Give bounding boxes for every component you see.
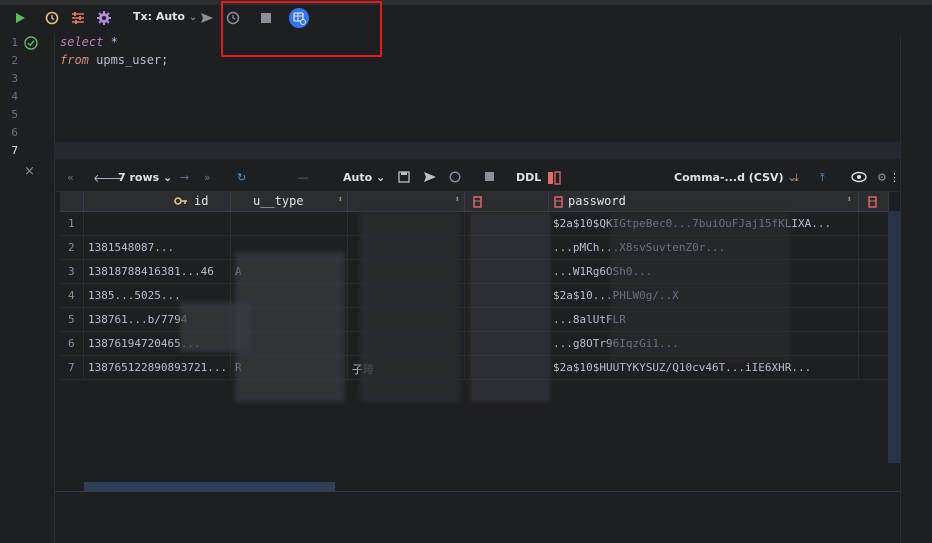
line-number: 6	[11, 126, 18, 139]
row-number[interactable]: 2	[60, 236, 84, 260]
redaction-block	[360, 212, 460, 402]
redaction-block	[470, 212, 550, 402]
revert-results-icon[interactable]	[449, 171, 461, 186]
horizontal-scrollbar[interactable]	[84, 482, 335, 491]
tx-mode-dropdown[interactable]: Tx: Auto ⌄	[133, 10, 197, 23]
column-header-nick[interactable]: ⬍	[348, 192, 465, 212]
right-margin-line	[900, 34, 901, 543]
download-icon[interactable]: ⤓	[794, 171, 799, 185]
ddl-button[interactable]: DDL	[516, 171, 541, 184]
results-tx-label: Auto	[343, 171, 373, 184]
tx-mode-label: Tx: Auto	[133, 10, 185, 23]
sort-icon: ⬍	[454, 195, 460, 205]
rows-count-label: 7 rows	[118, 171, 160, 184]
more-options-icon[interactable]: ⋮	[889, 171, 900, 184]
column-header-unnamed[interactable]	[465, 192, 549, 212]
export-format-label: Comma-...d (CSV)	[674, 171, 784, 184]
sql-text: upms_user;	[88, 53, 169, 67]
column-title: password	[568, 194, 626, 208]
compare-icon[interactable]	[547, 171, 561, 188]
redaction-block	[610, 212, 790, 362]
line-number-gutter: 1 2 3 4 5 6 7	[0, 34, 54, 543]
row-number[interactable]: 5	[60, 308, 84, 332]
results-tx-dropdown[interactable]: Auto ⌄	[343, 171, 385, 184]
next-page-icon[interactable]: →	[180, 171, 189, 184]
gear-icon[interactable]	[94, 8, 114, 28]
cell-more[interactable]	[859, 308, 889, 332]
line-number: 5	[11, 108, 18, 121]
check-circle-icon	[24, 35, 38, 54]
cell-more[interactable]	[859, 212, 889, 236]
redaction-block	[235, 252, 345, 402]
column-header-more[interactable]	[859, 192, 889, 212]
history-icon[interactable]	[42, 8, 62, 28]
sql-text: *	[103, 35, 118, 49]
eye-icon[interactable]	[851, 171, 867, 186]
line-number: 2	[11, 54, 18, 67]
redaction-block	[180, 302, 250, 352]
results-panel: « 🡐 7 rows ⌄ → » ↻ — Auto ⌄ DDL Comma-..…	[55, 164, 900, 543]
submit-icon[interactable]	[423, 171, 437, 186]
run-icon[interactable]	[10, 8, 30, 28]
code-line: from upms_user;	[60, 53, 168, 67]
sql-keyword: from	[60, 53, 89, 67]
row-number[interactable]: 1	[60, 212, 84, 236]
remove-row-icon[interactable]: —	[298, 171, 309, 184]
cell-more[interactable]	[859, 284, 889, 308]
close-results-icon[interactable]: ×	[24, 164, 35, 179]
last-page-icon[interactable]: »	[204, 171, 211, 184]
line-number: 7	[11, 144, 18, 157]
cell-more[interactable]	[859, 260, 889, 284]
column-title: u__type	[253, 194, 304, 208]
cell-user-type[interactable]	[231, 212, 348, 236]
column-icon	[473, 196, 482, 211]
column-icon	[554, 196, 563, 211]
toolbar-top-border	[0, 0, 932, 5]
sliders-icon[interactable]	[68, 8, 88, 28]
row-number[interactable]: 3	[60, 260, 84, 284]
column-icon	[868, 196, 877, 211]
line-number: 1	[11, 36, 18, 49]
stop-results-icon[interactable]	[484, 171, 495, 185]
sort-icon: ⬍	[846, 195, 852, 205]
row-number[interactable]: 6	[60, 332, 84, 356]
row-number[interactable]: 4	[60, 284, 84, 308]
cell-id[interactable]: 138765122890893721...	[84, 356, 231, 380]
sql-editor[interactable]: select * from upms_user;	[54, 34, 900, 164]
vertical-scrollbar[interactable]	[888, 211, 900, 463]
results-bottom-border	[55, 491, 900, 492]
upload-icon[interactable]: ⤒	[820, 171, 825, 185]
sort-icon: ⬍	[337, 195, 343, 205]
column-header-password[interactable]: password ⬍	[549, 192, 859, 212]
sql-keyword: select	[60, 35, 104, 49]
line-number: 4	[11, 90, 18, 103]
first-page-icon[interactable]: «	[67, 171, 74, 184]
column-title: id	[194, 194, 209, 208]
reload-icon[interactable]: ↻	[237, 171, 246, 184]
send-icon[interactable]	[197, 8, 217, 28]
code-line: select *	[60, 35, 118, 49]
cell-more[interactable]	[859, 236, 889, 260]
column-header-id[interactable]: id	[84, 192, 231, 212]
settings-icon[interactable]: ⚙	[877, 171, 887, 184]
cell-more[interactable]	[859, 332, 889, 356]
cell-id[interactable]	[84, 212, 231, 236]
primary-key-icon	[174, 195, 188, 210]
save-icon[interactable]	[398, 171, 410, 186]
line-number: 3	[11, 72, 18, 85]
cell-id[interactable]: 1381548087...	[84, 236, 231, 260]
cell-id[interactable]: 13818788416381...46	[84, 260, 231, 284]
results-toolbar: « 🡐 7 rows ⌄ → » ↻ — Auto ⌄ DDL Comma-..…	[55, 164, 900, 192]
row-number[interactable]: 7	[60, 356, 84, 380]
editor-toolbar: Tx: Auto ⌄	[0, 0, 932, 57]
chevron-down-icon: ⌄	[188, 12, 198, 23]
cell-more[interactable]	[859, 356, 889, 380]
column-header-user-type[interactable]: u__type ⬍	[231, 192, 348, 212]
row-number-header	[60, 192, 84, 212]
export-format-dropdown[interactable]: Comma-...d (CSV) ⌄	[674, 171, 797, 184]
rows-count-dropdown[interactable]: 7 rows ⌄	[118, 171, 172, 184]
